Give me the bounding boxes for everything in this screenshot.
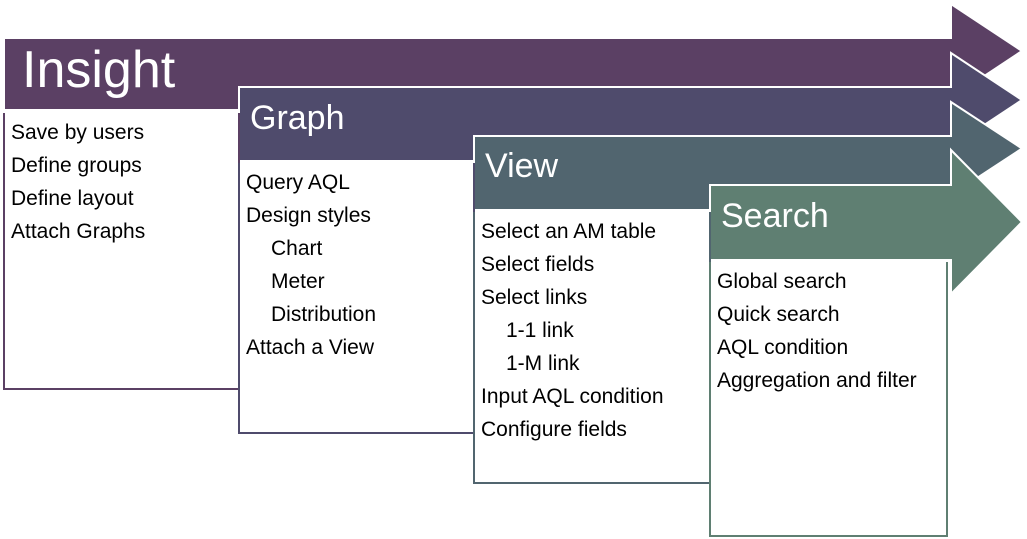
search-list-item: Aggregation and filter	[717, 369, 917, 392]
stage-title-insight: Insight	[22, 41, 176, 99]
view-list-item: 1-M link	[506, 352, 580, 375]
stage-box-insight: Save by users Define groups Define layout A…	[3, 113, 240, 390]
stage-box-graph: Query AQL Design styles Chart Meter Distribu…	[238, 163, 475, 434]
view-list-item: 1-1 link	[506, 319, 574, 342]
stage-box-search: Global search Quick search AQL condition Ag…	[709, 262, 948, 537]
insight-list-item: Define groups	[11, 154, 142, 177]
graph-list-item: Query AQL	[246, 171, 350, 194]
graph-list-item: Distribution	[271, 303, 377, 326]
graph-list-item: Attach a View	[246, 336, 375, 359]
insight-list-item: Attach Graphs	[11, 220, 146, 243]
graph-list-item: Meter	[271, 270, 325, 293]
search-list-item: AQL condition	[717, 336, 849, 359]
view-list-item: Configure fields	[481, 418, 627, 441]
stage-title-graph: Graph	[250, 99, 345, 137]
search-list-item: Global search	[717, 270, 847, 293]
stage-title-search: Search	[721, 197, 829, 235]
insight-list-item: Save by users	[11, 121, 145, 144]
process-diagram: Insight Save by users Define groups Define…	[0, 0, 1027, 539]
view-list-item: Select links	[481, 286, 588, 309]
stage-title-view: View	[485, 147, 559, 185]
view-list-item: Input AQL condition	[481, 385, 664, 408]
graph-list-item: Design styles	[246, 204, 371, 227]
view-list-item: Select fields	[481, 253, 595, 276]
stage-box-view: Select an AM table Select fields Select li…	[473, 212, 711, 484]
view-list-item: Select an AM table	[481, 220, 657, 243]
insight-list-item: Define layout	[11, 187, 134, 210]
graph-list-item: Chart	[271, 237, 323, 260]
search-list-item: Quick search	[717, 303, 840, 326]
